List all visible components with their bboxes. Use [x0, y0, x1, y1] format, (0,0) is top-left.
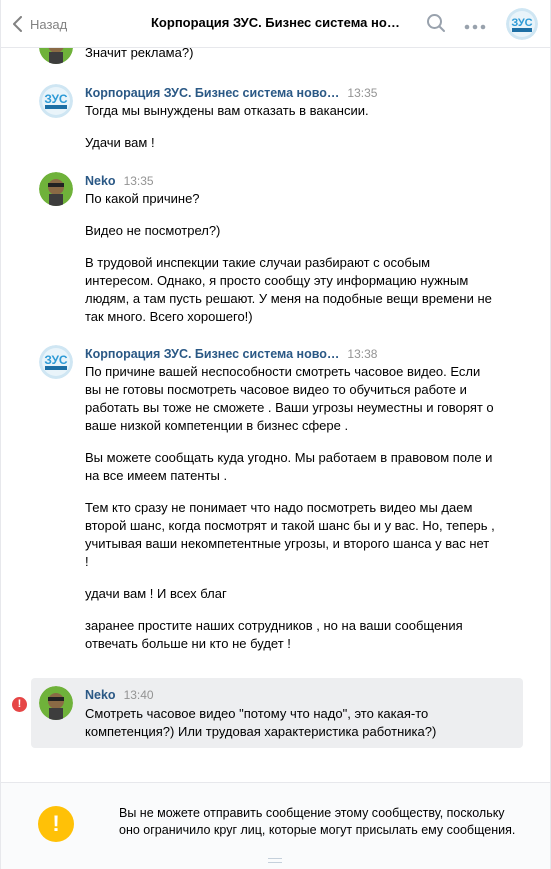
message-author[interactable]: Neko 13:40 — [85, 688, 154, 702]
message-paragraph: В трудовой инспекции такие случаи разбир… — [85, 255, 492, 324]
message-text: Тогда мы вынуждены вам отказать в ваканс… — [85, 102, 495, 152]
community-avatar[interactable]: ЗУС — [506, 8, 538, 40]
author-name[interactable]: Neko — [85, 174, 116, 188]
chevron-left-icon — [13, 16, 22, 32]
message-text: По какой причине? Видео не посмотрел?) В… — [85, 190, 495, 326]
message-author[interactable]: Neko 13:35 — [85, 174, 154, 188]
message-paragraph: Смотреть часовое видео "потому что надо"… — [85, 706, 437, 739]
author-name[interactable]: Корпорация ЗУС. Бизнес система ново… — [85, 86, 339, 100]
more-icon[interactable] — [464, 19, 486, 34]
user-avatar[interactable] — [39, 172, 73, 206]
message-paragraph: Видео не посмотрел?) — [85, 223, 221, 238]
user-avatar[interactable] — [39, 48, 73, 64]
chat-header: Назад Корпорация ЗУС. Бизнес система но…… — [1, 0, 550, 48]
message-paragraph: Вы можете сообщать куда угодно. Мы работ… — [85, 450, 493, 483]
message-paragraph: удачи вам ! И всех благ — [85, 586, 227, 601]
message-time[interactable]: 13:38 — [347, 347, 377, 361]
message-author[interactable]: Корпорация ЗУС. Бизнес система ново… 13:3… — [85, 347, 377, 361]
resize-grip[interactable] — [268, 858, 282, 863]
message-history[interactable]: Значит реклама?) ЗУС Корпорация ЗУС. Биз… — [1, 48, 550, 782]
message-paragraph: По какой причине? — [85, 191, 200, 206]
message-paragraph: Удачи вам ! — [85, 135, 155, 150]
message-item[interactable]: Значит реклама?) — [31, 48, 523, 68]
svg-text:ЗУС: ЗУС — [44, 353, 68, 367]
message-time[interactable]: 13:35 — [124, 174, 154, 188]
warning-icon: ! — [38, 806, 74, 842]
message-text: По причине вашей неспособности смотреть … — [85, 363, 495, 653]
author-name[interactable]: Корпорация ЗУС. Бизнес система ново… — [85, 347, 339, 361]
message-paragraph: Значит реклама?) — [85, 48, 194, 60]
user-avatar[interactable] — [39, 686, 73, 720]
community-avatar[interactable]: ЗУС — [39, 84, 73, 118]
message-item[interactable]: Neko 13:35 По какой причине? Видео не пос… — [31, 172, 523, 332]
message-item[interactable]: ЗУС Корпорация ЗУС. Бизнес система ново…… — [31, 84, 523, 156]
back-button[interactable]: Назад — [13, 12, 67, 36]
send-error-icon[interactable]: ! — [12, 697, 27, 712]
search-icon[interactable] — [426, 13, 446, 36]
chat-title[interactable]: Корпорация ЗУС. Бизнес система но… — [151, 15, 406, 30]
message-text: Смотреть часовое видео "потому что надо"… — [85, 705, 495, 741]
back-label: Назад — [30, 16, 68, 32]
message-paragraph: Тем кто сразу не понимает что надо посмо… — [85, 500, 495, 569]
message-item[interactable]: ЗУС Корпорация ЗУС. Бизнес система ново…… — [31, 345, 523, 675]
message-item-selected[interactable]: Neko 13:40 Смотреть часовое видео "потому… — [31, 678, 523, 748]
message-time[interactable]: 13:40 — [124, 688, 154, 702]
svg-text:ЗУС: ЗУС — [44, 92, 68, 106]
message-author[interactable]: Корпорация ЗУС. Бизнес система ново… 13:3… — [85, 86, 377, 100]
community-avatar[interactable]: ЗУС — [39, 345, 73, 379]
svg-text:ЗУС: ЗУС — [511, 17, 532, 29]
cannot-send-notice: Вы не можете отправить сообщение этому с… — [119, 806, 516, 837]
message-time[interactable]: 13:35 — [347, 86, 377, 100]
author-name[interactable]: Neko — [85, 688, 116, 702]
message-paragraph: По причине вашей неспособности смотреть … — [85, 364, 494, 433]
message-paragraph: Тогда мы вынуждены вам отказать в ваканс… — [85, 103, 369, 118]
message-paragraph: заранее простите наших сотрудников , но … — [85, 618, 463, 651]
chat-window: Назад Корпорация ЗУС. Бизнес система но…… — [0, 0, 551, 869]
message-text: Значит реклама?) — [85, 48, 495, 62]
